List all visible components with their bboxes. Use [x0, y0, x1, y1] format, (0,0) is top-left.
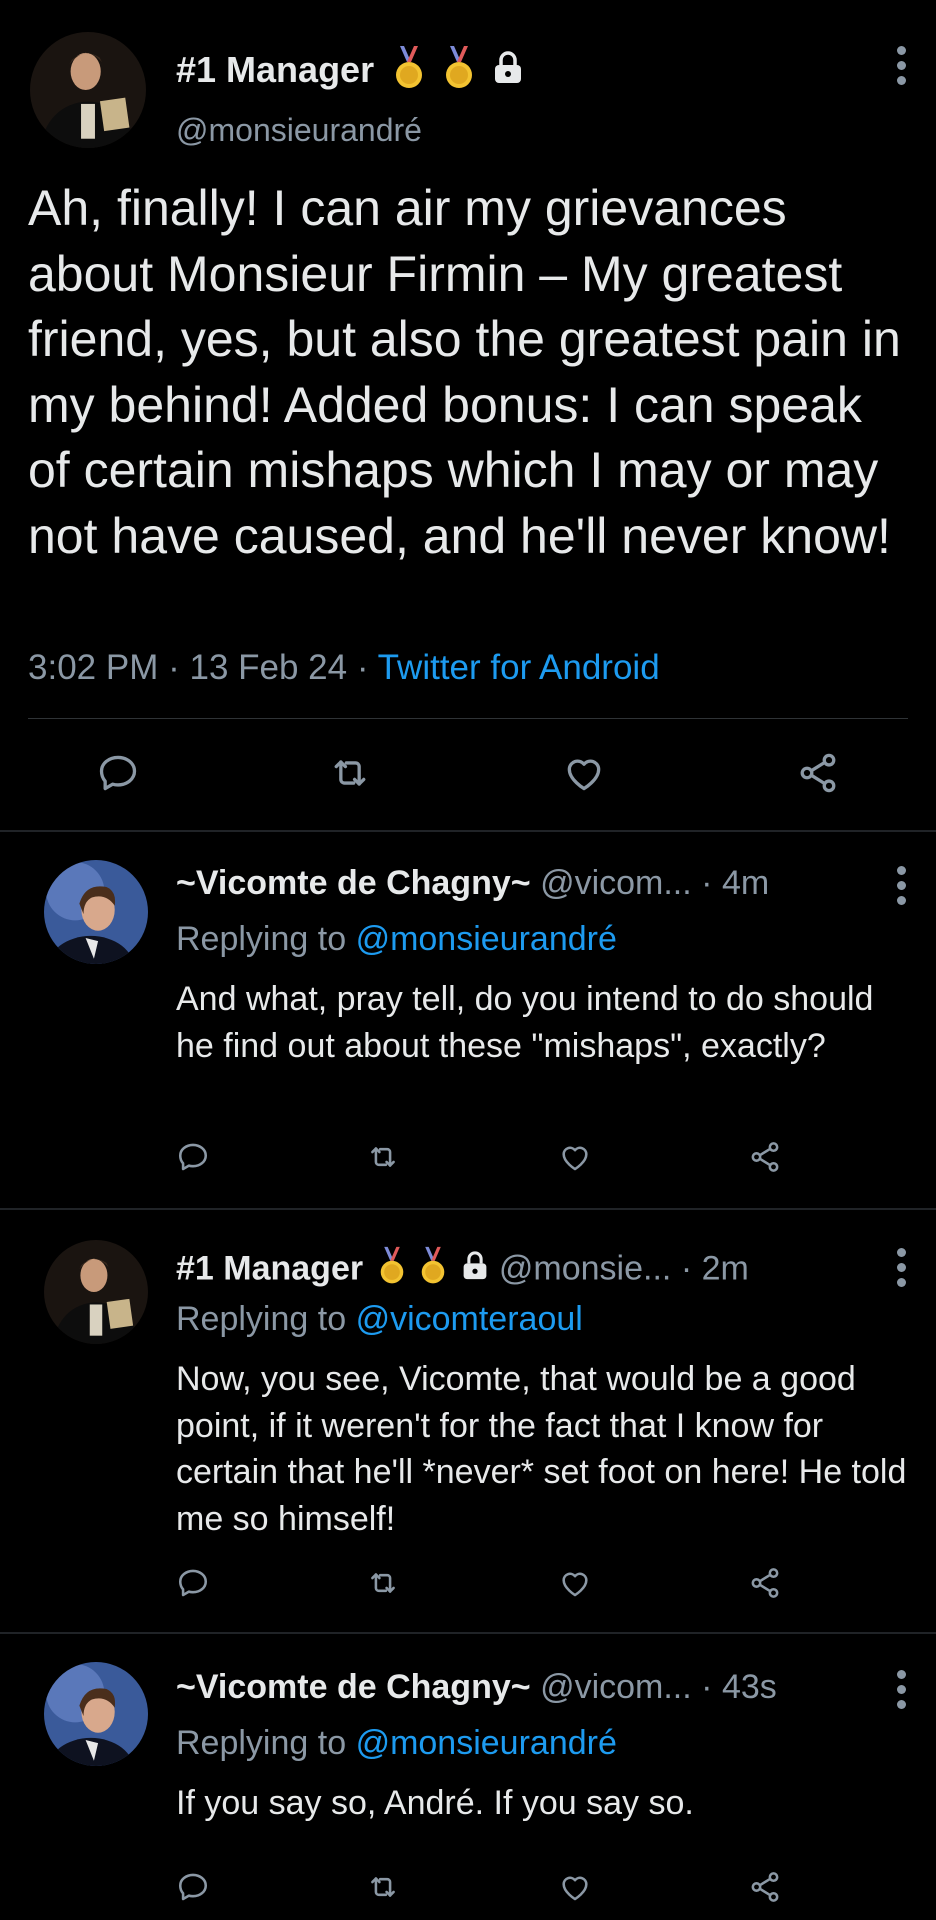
reply-icon[interactable] — [176, 1870, 210, 1909]
reply-actions — [0, 1870, 936, 1910]
main-author-name-row: #1 Manager — [176, 46, 524, 99]
like-icon[interactable] — [558, 1566, 592, 1605]
replying-to-line: Replying to @monsieurandré — [176, 920, 617, 959]
lock-icon — [492, 51, 524, 94]
retweet-icon[interactable] — [366, 1140, 400, 1179]
meta-separator: · — [680, 1249, 693, 1288]
main-tweet: #1 Manager @monsieurandré Ah, finally! I… — [0, 0, 936, 830]
retweet-icon[interactable] — [328, 751, 372, 800]
reply-tweet: ~Vicomte de Chagny~ @vicom... · 43s Repl… — [0, 1634, 936, 1920]
reply-icon[interactable] — [176, 1140, 210, 1179]
reply-text: If you say so, André. If you say so. — [176, 1784, 694, 1822]
replying-prefix: Replying to — [176, 1300, 347, 1338]
meta-separator: · — [168, 648, 180, 687]
main-author-name[interactable]: #1 Manager — [176, 49, 374, 90]
medal-icon — [420, 1246, 446, 1295]
main-author-avatar[interactable] — [30, 32, 146, 148]
reply-header: #1 Manager @monsie... · 2m — [176, 1246, 749, 1295]
lock-icon — [461, 1251, 489, 1290]
retweet-icon[interactable] — [366, 1870, 400, 1909]
reply-age: 43s — [721, 1668, 777, 1706]
reply-age: 2m — [701, 1249, 749, 1288]
meta-separator: · — [701, 864, 713, 902]
replying-prefix: Replying to — [176, 1724, 347, 1762]
reply-tweet: ~Vicomte de Chagny~ @vicom... · 4m Reply… — [0, 832, 936, 1208]
more-icon[interactable] — [895, 866, 907, 905]
reply-author-avatar[interactable] — [44, 1662, 148, 1766]
replying-to-link[interactable]: @monsieurandré — [356, 1724, 617, 1762]
more-icon[interactable] — [895, 46, 907, 85]
reply-author-handle[interactable]: @vicom... — [540, 1668, 692, 1706]
reply-author-handle[interactable]: @vicom... — [540, 864, 692, 902]
main-tweet-meta: 3:02 PM · 13 Feb 24 · Twitter for Androi… — [28, 648, 660, 688]
tweet-date: 13 Feb 24 — [189, 648, 348, 687]
more-icon[interactable] — [895, 1248, 907, 1287]
like-icon[interactable] — [558, 1140, 592, 1179]
reply-author-name[interactable]: ~Vicomte de Chagny~ — [176, 864, 531, 902]
share-icon[interactable] — [796, 751, 840, 800]
reply-actions — [0, 1140, 936, 1180]
reply-header: ~Vicomte de Chagny~ @vicom... · 4m — [176, 864, 769, 903]
reply-author-avatar[interactable] — [44, 1240, 148, 1344]
reply-age: 4m — [721, 864, 770, 902]
share-icon[interactable] — [748, 1140, 782, 1179]
main-tweet-text: Ah, finally! I can air my grievances abo… — [28, 180, 901, 564]
reply-tweet: #1 Manager @monsie... · 2m Replying to @… — [0, 1210, 936, 1632]
reply-header: ~Vicomte de Chagny~ @vicom... · 43s — [176, 1668, 777, 1707]
reply-author-name[interactable]: #1 Manager — [176, 1249, 363, 1287]
reply-text: Now, you see, Vicomte, that would be a g… — [176, 1360, 907, 1538]
reply-author-name[interactable]: ~Vicomte de Chagny~ — [176, 1668, 531, 1706]
reply-icon[interactable] — [96, 751, 140, 800]
replying-prefix: Replying to — [176, 920, 347, 958]
tweet-time: 3:02 PM — [28, 648, 159, 687]
reply-author-avatar[interactable] — [44, 860, 148, 964]
meta-separator: · — [701, 1668, 713, 1706]
main-author-handle[interactable]: @monsieurandré — [176, 112, 422, 149]
reply-text: And what, pray tell, do you intend to do… — [176, 980, 874, 1065]
share-icon[interactable] — [748, 1870, 782, 1909]
like-icon[interactable] — [562, 751, 606, 800]
main-tweet-actions — [0, 745, 936, 805]
medal-icon — [379, 1246, 405, 1295]
tweet-source-link[interactable]: Twitter for Android — [378, 648, 660, 687]
replying-to-line: Replying to @vicomteraoul — [176, 1300, 583, 1339]
divider — [28, 718, 908, 719]
replying-to-link[interactable]: @monsieurandré — [356, 920, 617, 958]
replying-to-link[interactable]: @vicomteraoul — [356, 1300, 583, 1338]
replying-to-line: Replying to @monsieurandré — [176, 1724, 617, 1763]
meta-separator: · — [356, 648, 369, 687]
share-icon[interactable] — [748, 1566, 782, 1605]
reply-author-handle[interactable]: @monsie... — [499, 1249, 671, 1287]
medal-icon — [444, 46, 474, 99]
reply-icon[interactable] — [176, 1566, 210, 1605]
more-icon[interactable] — [895, 1670, 907, 1709]
medal-icon — [394, 46, 424, 99]
like-icon[interactable] — [558, 1870, 592, 1909]
reply-actions — [0, 1566, 936, 1606]
retweet-icon[interactable] — [366, 1566, 400, 1605]
